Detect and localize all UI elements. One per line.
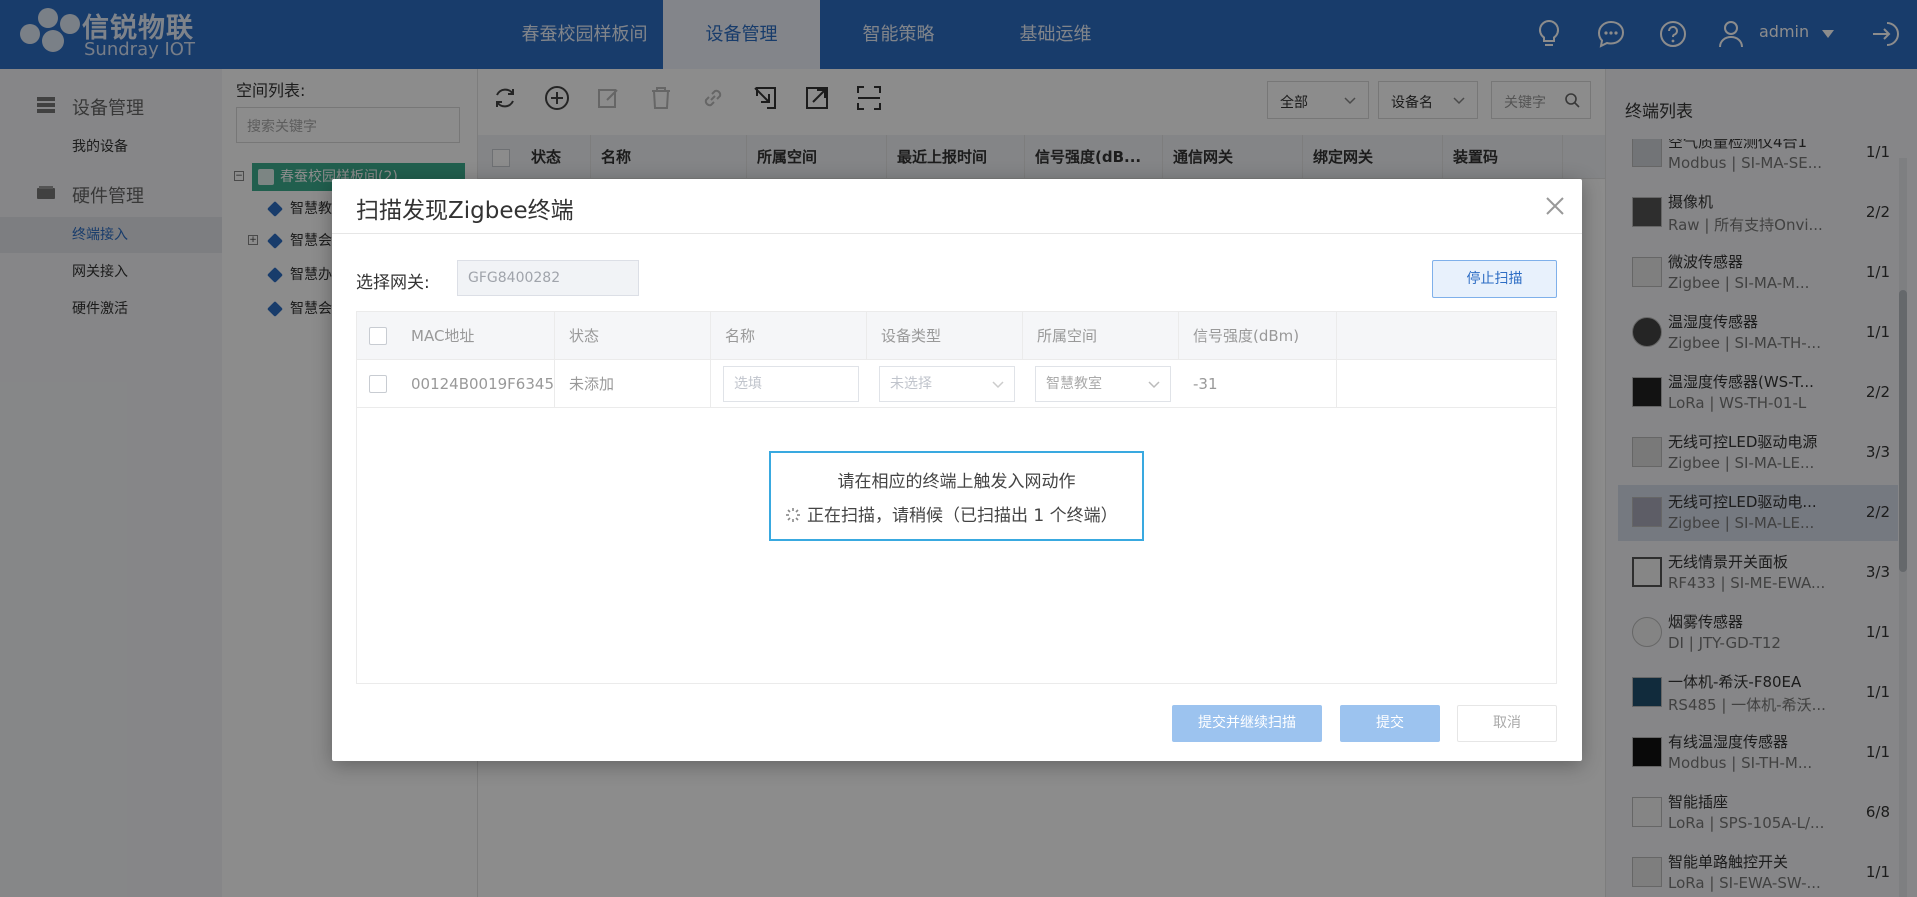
row-type-value: 未选择 [890,376,932,392]
row-space-value: 智慧教室 [1046,376,1102,392]
col-name: 名称 [711,312,867,360]
col-signal: 信号强度(dBm) [1179,312,1337,360]
loading-spinner-icon [785,507,801,523]
row-name-input[interactable]: 选填 [723,366,859,402]
close-icon[interactable] [1544,195,1568,219]
col-device-type: 设备类型 [867,312,1023,360]
submit-button[interactable]: 提交 [1340,705,1440,742]
scan-instruction: 请在相应的终端上触发入网动作 [837,472,1076,492]
dialog-title: 扫描发现Zigbee终端 [356,198,574,224]
scan-grid-header: MAC地址 状态 名称 设备类型 所属空间 信号强度(dBm) [357,312,1556,360]
submit-continue-button[interactable]: 提交并继续扫描 [1172,705,1322,742]
row-signal: -31 [1179,360,1337,408]
row-checkbox[interactable] [369,375,387,393]
scan-progress: 正在扫描，请稍候（已扫描出 1 个终端） [785,501,1135,526]
scan-progress-text: 正在扫描，请稍候（已扫描出 1 个终端） [807,506,1118,526]
select-all-checkbox[interactable] [369,327,387,345]
scan-result-row: 00124B0019F63456 未添加 选填 未选择 智慧教室 -31 [357,360,1556,408]
stop-scan-button[interactable]: 停止扫描 [1432,260,1557,298]
dialog-divider [332,233,1582,234]
col-space: 所属空间 [1023,312,1179,360]
row-mac: 00124B0019F63456 [397,360,555,408]
chevron-down-icon [1146,376,1162,392]
row-space-select[interactable]: 智慧教室 [1035,366,1171,402]
scan-status-box: 请在相应的终端上触发入网动作 正在扫描，请稍候（已扫描出 1 个终端） [769,451,1144,541]
cancel-button[interactable]: 取消 [1457,705,1557,742]
col-mac: MAC地址 [397,312,555,360]
row-status: 未添加 [555,360,711,408]
gateway-field[interactable]: GFG8400282 [457,260,639,296]
row-type-select[interactable]: 未选择 [879,366,1015,402]
scan-zigbee-dialog: 扫描发现Zigbee终端 选择网关: GFG8400282 停止扫描 MAC地址… [332,179,1582,761]
gateway-label: 选择网关: [356,273,430,293]
col-status: 状态 [555,312,711,360]
chevron-down-icon [990,376,1006,392]
